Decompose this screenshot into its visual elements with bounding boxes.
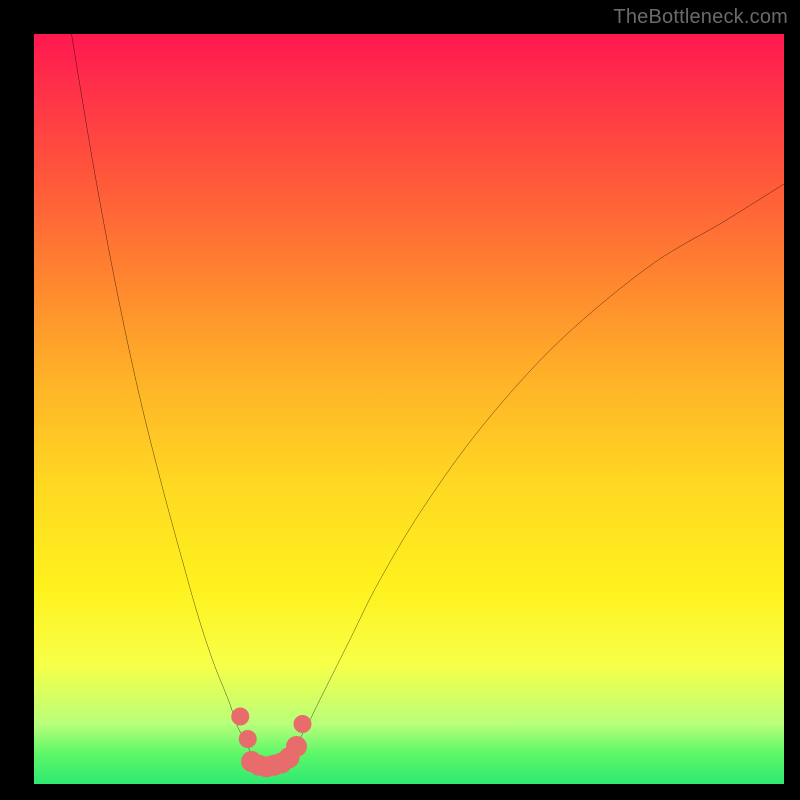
marker-dot [231, 708, 249, 726]
plot-area [34, 34, 784, 784]
marker-dot [286, 736, 307, 757]
chart-frame: TheBottleneck.com [0, 0, 800, 800]
marker-dot [294, 715, 312, 733]
watermark-text: TheBottleneck.com [613, 6, 788, 29]
plot-svg [34, 34, 784, 784]
marker-dot [239, 730, 257, 748]
curve-left-curve [72, 34, 252, 754]
curve-right-curve [289, 184, 784, 754]
